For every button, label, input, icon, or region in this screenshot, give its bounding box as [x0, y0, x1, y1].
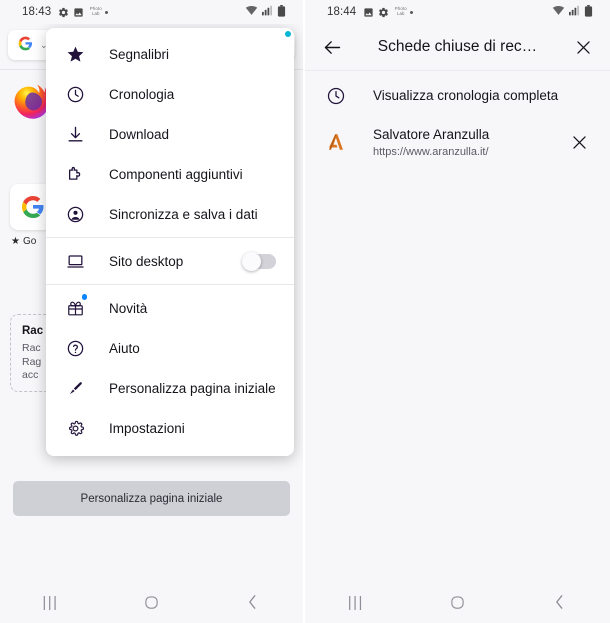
menu-item-impostazioni[interactable]: Impostazioni: [46, 408, 294, 448]
back-button[interactable]: [230, 581, 276, 623]
image-icon: [73, 7, 84, 18]
close-icon[interactable]: [570, 34, 596, 60]
menu-item-label: Cronologia: [109, 86, 175, 102]
left-status-bar: 18:43 Photo Lab: [0, 0, 303, 24]
menu-item-label: Sincronizza e salva i dati: [109, 206, 258, 222]
closed-tab-text: Salvatore Aranzulla https://www.aranzull…: [373, 126, 566, 158]
signal-icon: [262, 5, 273, 19]
menu-divider: [46, 284, 294, 285]
menu-item-sincronizza[interactable]: Sincronizza e salva i dati: [46, 194, 294, 234]
menu-item-novita[interactable]: Novità: [46, 288, 294, 328]
menu-item-sito-desktop[interactable]: Sito desktop: [46, 241, 294, 281]
left-phone-screen: ⌄ ★ Go Rac Rac Rag acc Personalizza pagi…: [0, 0, 305, 623]
menu-item-cronologia[interactable]: Cronologia: [46, 74, 294, 114]
home-button[interactable]: [129, 581, 175, 623]
gift-icon: [62, 294, 88, 321]
menu-item-aiuto[interactable]: Aiuto: [46, 328, 294, 368]
dual-screenshot: ⌄ ★ Go Rac Rac Rag acc Personalizza pagi…: [0, 0, 610, 623]
menu-item-label: Sito desktop: [109, 253, 184, 269]
menu-item-personalizza-pagina-iniziale[interactable]: Personalizza pagina iniziale: [46, 368, 294, 408]
closed-tab-url: https://www.aranzulla.it/: [373, 146, 489, 158]
list-item-label: Visualizza cronologia completa: [373, 88, 559, 103]
list-item-closed-tab[interactable]: Salvatore Aranzulla https://www.aranzull…: [305, 118, 610, 166]
puzzle-icon: [62, 161, 88, 187]
shortcut-tile-label: ★ Go: [11, 236, 37, 247]
menu-item-label: Componenti aggiuntivi: [109, 166, 243, 182]
status-dot-icon: [410, 10, 414, 14]
toggle-knob: [242, 251, 261, 271]
back-button[interactable]: [536, 581, 582, 623]
status-right-icons: [552, 4, 601, 20]
list-item-text: Visualizza cronologia completa: [373, 87, 592, 105]
menu-item-componenti-aggiuntivi[interactable]: Componenti aggiuntivi: [46, 154, 294, 194]
wifi-icon: [552, 5, 565, 19]
star-icon: [62, 41, 88, 67]
header-divider: [305, 70, 610, 71]
right-phone-screen: 18:44 Photo Lab Schede chiuse di rec… Vi…: [305, 0, 610, 623]
right-status-bar: 18:44 Photo Lab: [305, 0, 610, 24]
desktop-icon: [62, 248, 88, 274]
google-logo-icon: [18, 36, 33, 54]
help-icon: [62, 335, 88, 361]
new-badge-dot-icon: [81, 294, 87, 300]
account-icon: [62, 201, 88, 227]
menu-item-label: Segnalibri: [109, 46, 170, 62]
status-time: 18:43: [22, 6, 52, 18]
menu-item-label: Download: [109, 126, 170, 142]
page-title: Schede chiuse di rec…: [377, 38, 538, 55]
status-dot-icon: [105, 10, 109, 14]
browser-main-menu: Segnalibri Cronologia Download Component…: [46, 28, 294, 456]
closed-tab-title: Salvatore Aranzulla: [373, 127, 490, 142]
wifi-icon: [245, 5, 258, 19]
download-icon: [62, 121, 88, 147]
recents-button[interactable]: |||: [333, 581, 379, 623]
battery-icon: [277, 4, 286, 20]
menu-notification-dot-icon: [285, 31, 291, 37]
left-android-navbar: |||: [0, 581, 303, 623]
close-icon[interactable]: [566, 133, 592, 152]
battery-icon: [584, 4, 593, 20]
gear-icon: [378, 7, 389, 18]
desktop-site-toggle[interactable]: [242, 251, 276, 271]
arrow-left-icon[interactable]: [319, 34, 345, 60]
brush-icon: [62, 375, 88, 401]
list-item-view-full-history[interactable]: Visualizza cronologia completa: [305, 74, 610, 118]
right-android-navbar: |||: [305, 581, 610, 623]
status-time: 18:44: [327, 6, 357, 18]
recently-closed-header: Schede chiuse di rec…: [305, 24, 610, 70]
menu-divider: [46, 237, 294, 238]
clock-icon: [62, 81, 88, 107]
home-button[interactable]: [434, 581, 480, 623]
aranzulla-favicon: [323, 130, 349, 154]
image-icon: [363, 7, 374, 18]
menu-item-label: Personalizza pagina iniziale: [109, 380, 276, 396]
gear-icon: [62, 415, 88, 441]
photo-lab-badge: Photo Lab: [394, 6, 407, 16]
menu-item-label: Impostazioni: [109, 420, 185, 436]
menu-item-label: Aiuto: [109, 340, 140, 356]
pin-star-icon: ★: [11, 236, 20, 247]
recently-closed-list: Visualizza cronologia completa Salvatore…: [305, 74, 610, 166]
gear-icon: [58, 7, 69, 18]
menu-item-segnalibri[interactable]: Segnalibri: [46, 34, 294, 74]
menu-item-label: Novità: [109, 300, 148, 316]
signal-icon: [569, 5, 580, 19]
status-right-icons: [245, 4, 294, 20]
clock-icon: [323, 86, 349, 106]
customize-homepage-button[interactable]: Personalizza pagina iniziale: [13, 481, 290, 516]
menu-item-download[interactable]: Download: [46, 114, 294, 154]
recents-button[interactable]: |||: [28, 581, 74, 623]
photo-lab-badge: Photo Lab: [89, 6, 102, 16]
